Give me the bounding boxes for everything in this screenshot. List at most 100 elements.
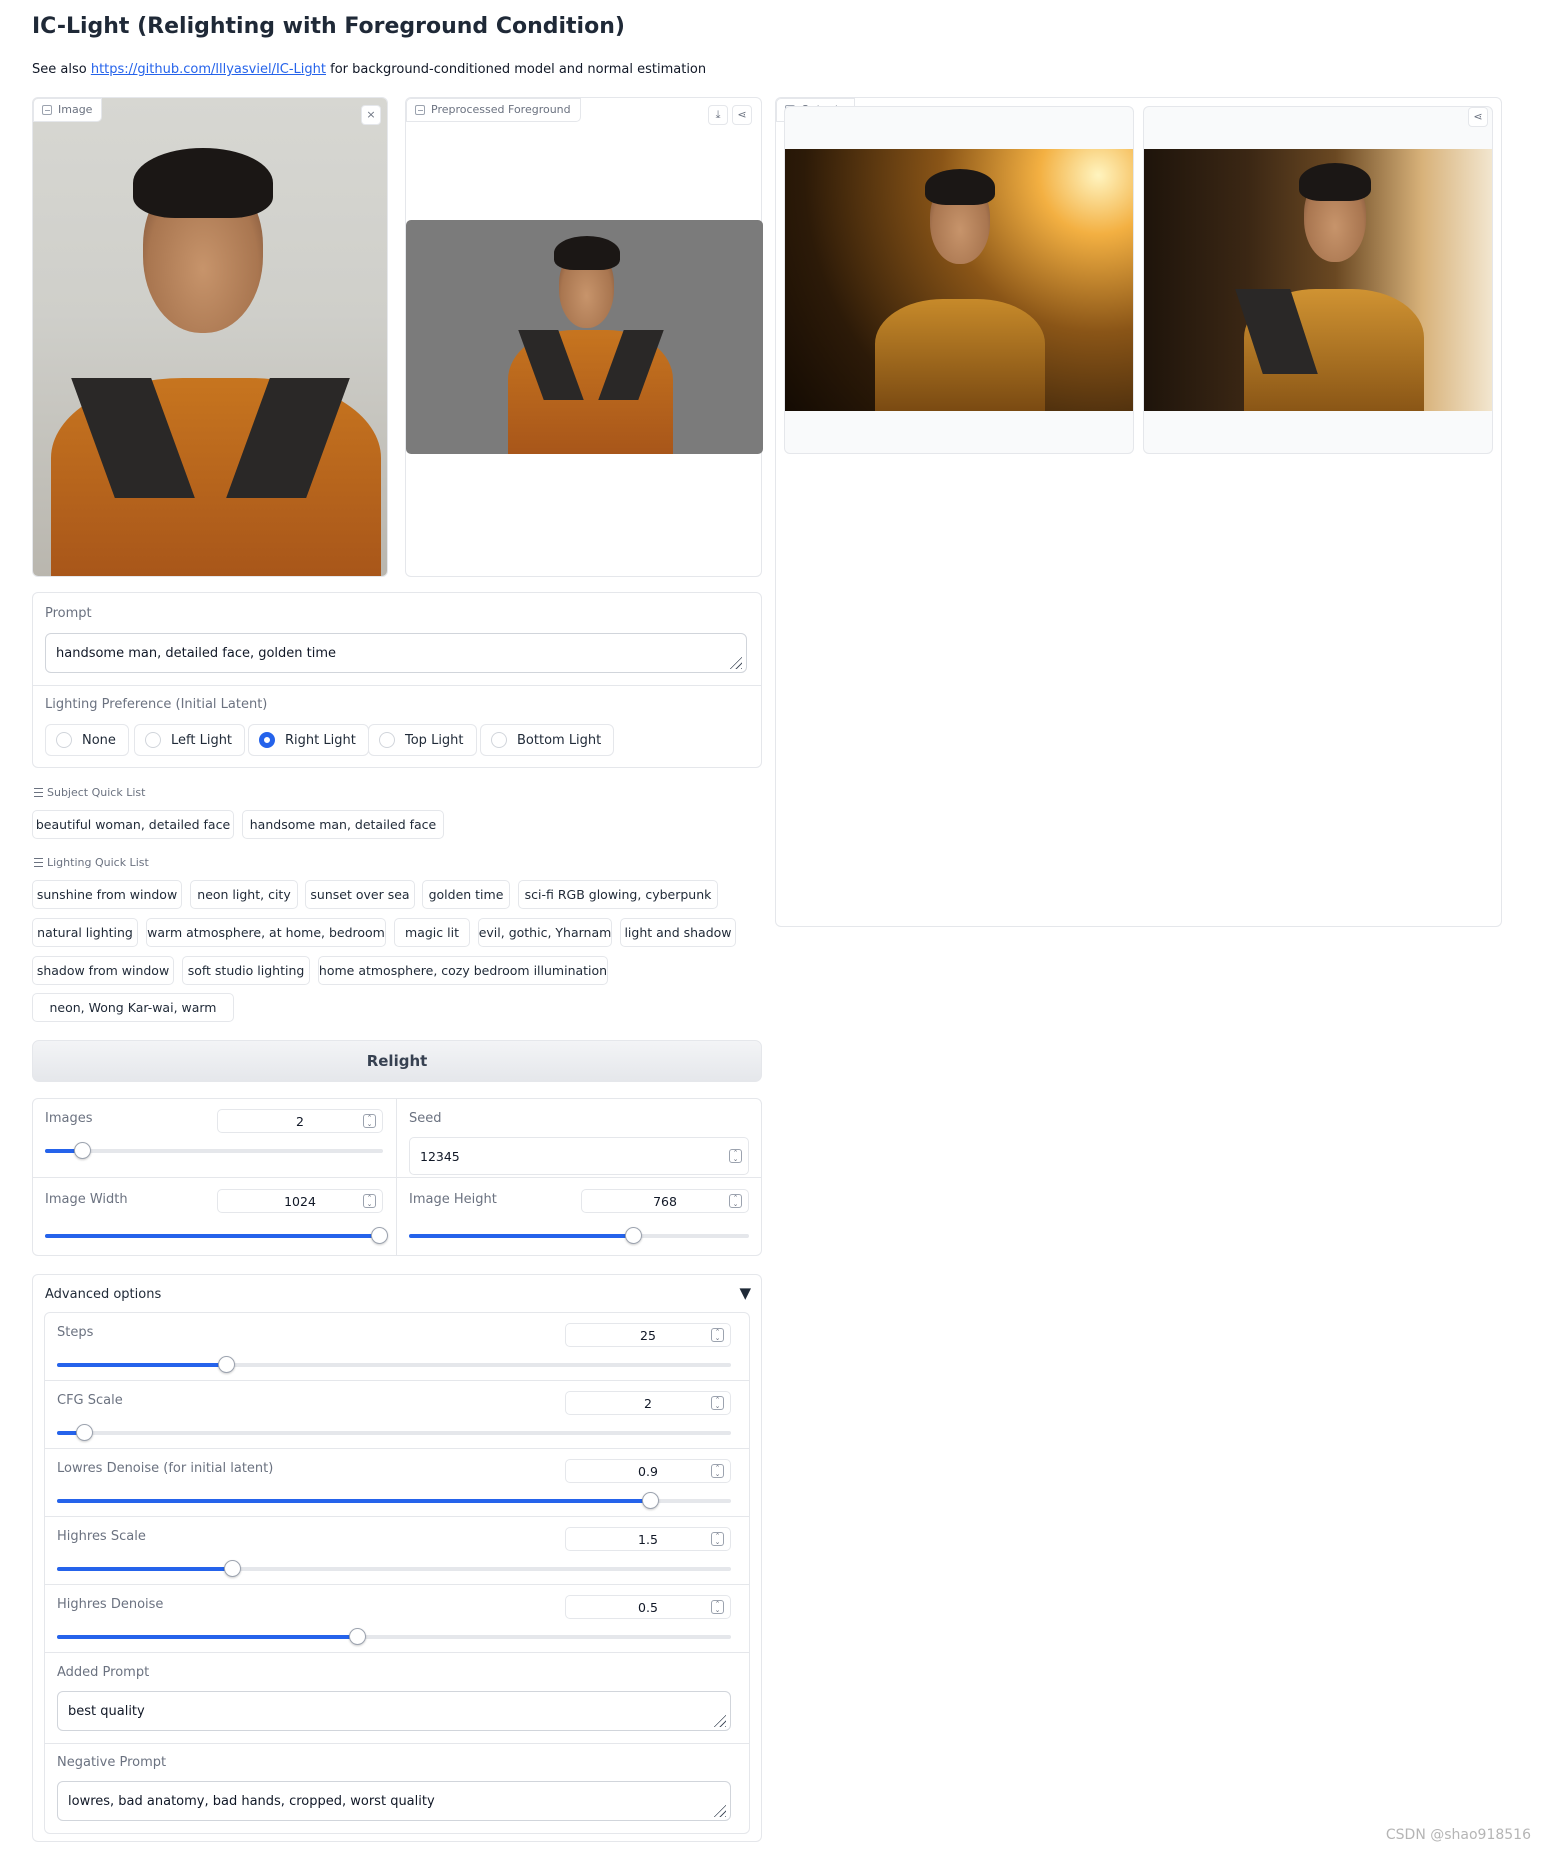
lighting-chip[interactable]: magic lit <box>394 918 470 947</box>
slider-thumb[interactable] <box>75 1424 93 1441</box>
spinner-icon[interactable]: ⌃ ⌄ <box>711 1600 724 1614</box>
github-link[interactable]: https://github.com/lllyasviel/IC-Light <box>91 62 326 77</box>
image-width-number-input[interactable]: 1024 ⌃ ⌄ <box>217 1189 383 1213</box>
lighting-chip[interactable]: light and shadow <box>620 918 736 947</box>
highres-denoise-number-input[interactable]: 0.5 ⌃ ⌄ <box>565 1595 731 1619</box>
spinner-icon[interactable]: ⌃ ⌄ <box>711 1396 724 1410</box>
see-also-text: See also https://github.com/lllyasviel/I… <box>32 62 706 77</box>
advanced-options-label: Advanced options <box>45 1287 162 1302</box>
highres-scale-slider[interactable] <box>57 1560 731 1577</box>
lighting-chip[interactable]: warm atmosphere, at home, bedroom <box>146 918 386 947</box>
images-slider[interactable] <box>45 1142 383 1159</box>
image-height-number-input[interactable]: 768 ⌃ ⌄ <box>581 1189 749 1213</box>
slider-thumb[interactable] <box>348 1628 366 1645</box>
lighting-chip[interactable]: sunshine from window <box>32 880 182 909</box>
added-prompt-label: Added Prompt <box>57 1665 150 1680</box>
lighting-chip[interactable]: home atmosphere, cozy bedroom illuminati… <box>318 956 608 985</box>
subject-chip[interactable]: beautiful woman, detailed face <box>32 810 234 839</box>
steps-number-input[interactable]: 25 ⌃ ⌄ <box>565 1323 731 1347</box>
seed-value: 12345 <box>420 1148 460 1164</box>
lighting-chip[interactable]: sci-fi RGB glowing, cyberpunk <box>518 880 718 909</box>
lighting-chip[interactable]: evil, gothic, Yharnam <box>478 918 612 947</box>
lighting-chip[interactable]: sunset over sea <box>305 880 415 909</box>
resize-handle-icon[interactable] <box>728 655 742 669</box>
image-label: Image <box>33 98 103 122</box>
radio-top-light[interactable]: Top Light <box>368 724 477 756</box>
highres-scale-label: Highres Scale <box>57 1529 146 1544</box>
seed-number-input[interactable]: 12345 ⌃ ⌄ <box>409 1137 749 1175</box>
slider-fill <box>57 1363 226 1367</box>
radio-bottom-light[interactable]: Bottom Light <box>480 724 615 756</box>
download-icon[interactable]: ⤓ <box>708 105 728 125</box>
cfg-scale-slider[interactable] <box>57 1424 731 1441</box>
radio-circle-icon <box>491 732 507 748</box>
advanced-options-header[interactable]: Advanced options ▼ <box>33 1275 761 1313</box>
slider-fill <box>57 1635 357 1639</box>
lighting-chip[interactable]: natural lighting <box>32 918 138 947</box>
slider-thumb[interactable] <box>371 1227 388 1244</box>
output-thumbnail-1[interactable] <box>784 106 1134 454</box>
radio-right-light[interactable]: Right Light <box>248 724 369 756</box>
relight-button[interactable]: Relight <box>32 1040 762 1082</box>
steps-slider[interactable] <box>57 1356 731 1373</box>
lighting-chip[interactable]: neon, Wong Kar-wai, warm <box>32 993 234 1022</box>
steps-label: Steps <box>57 1325 94 1340</box>
lighting-quick-list-label: Lighting Quick List <box>34 856 149 869</box>
slider-thumb[interactable] <box>74 1142 92 1159</box>
watermark: CSDN @shao918516 <box>1385 1827 1531 1843</box>
added-prompt-input[interactable]: best quality <box>57 1691 731 1731</box>
params-grid: Images 2 ⌃ ⌄ Seed 12345 ⌃ ⌄ Image Width 1024… <box>32 1098 762 1256</box>
input-image <box>33 98 387 576</box>
collapse-toggle-icon[interactable]: ▼ <box>739 1284 751 1302</box>
list-icon <box>34 788 43 797</box>
image-width-slider[interactable] <box>45 1227 388 1244</box>
radio-left-light[interactable]: Left Light <box>134 724 246 756</box>
slider-thumb[interactable] <box>642 1492 660 1509</box>
list-icon <box>34 858 43 867</box>
share-icon[interactable]: ⋖ <box>732 105 752 125</box>
spinner-icon[interactable]: ⌃ ⌄ <box>711 1328 724 1342</box>
spinner-icon[interactable]: ⌃ ⌄ <box>711 1532 724 1546</box>
image-input-panel[interactable]: Image × <box>32 97 388 577</box>
spinner-icon[interactable]: ⌃ ⌄ <box>729 1149 742 1163</box>
prompt-input[interactable]: handsome man, detailed face, golden time <box>45 633 747 673</box>
radio-label: Left Light <box>171 732 233 748</box>
preprocessed-image <box>406 220 763 454</box>
radio-none[interactable]: None <box>45 724 129 756</box>
slider-thumb[interactable] <box>625 1227 643 1244</box>
slider-thumb[interactable] <box>224 1560 242 1577</box>
share-icon[interactable]: ⋖ <box>1468 107 1488 127</box>
spinner-icon[interactable]: ⌃ ⌄ <box>363 1114 376 1128</box>
slider-fill <box>409 1234 634 1238</box>
output-thumbnail-2[interactable]: ⋖ <box>1143 106 1493 454</box>
highres-scale-number-input[interactable]: 1.5 ⌃ ⌄ <box>565 1527 731 1551</box>
subject-quick-list-text: Subject Quick List <box>47 786 146 799</box>
close-icon[interactable]: × <box>361 105 381 125</box>
resize-handle-icon[interactable] <box>712 1803 726 1817</box>
images-number-input[interactable]: 2 ⌃ ⌄ <box>217 1109 383 1133</box>
image-icon <box>42 105 52 115</box>
lowres-denoise-slider[interactable] <box>57 1492 731 1509</box>
image-height-slider[interactable] <box>409 1227 749 1244</box>
added-prompt-value: best quality <box>68 1703 145 1719</box>
slider-thumb[interactable] <box>217 1356 235 1373</box>
spinner-icon[interactable]: ⌃ ⌄ <box>363 1194 376 1208</box>
lighting-chip[interactable]: neon light, city <box>190 880 298 909</box>
lowres-denoise-label: Lowres Denoise (for initial latent) <box>57 1461 274 1476</box>
lighting-chip[interactable]: golden time <box>422 880 510 909</box>
cfg-scale-number-input[interactable]: 2 ⌃ ⌄ <box>565 1391 731 1415</box>
radio-label: Bottom Light <box>517 732 602 748</box>
highres-denoise-slider[interactable] <box>57 1628 731 1645</box>
lowres-denoise-number-input[interactable]: 0.9 ⌃ ⌄ <box>565 1459 731 1483</box>
lighting-chip[interactable]: soft studio lighting <box>182 956 310 985</box>
lighting-chip[interactable]: shadow from window <box>32 956 174 985</box>
subject-quick-list-label: Subject Quick List <box>34 786 145 799</box>
resize-handle-icon[interactable] <box>712 1713 726 1727</box>
preprocessed-label-text: Preprocessed Foreground <box>431 103 571 116</box>
slider-fill <box>45 1234 379 1238</box>
subject-chip[interactable]: handsome man, detailed face <box>242 810 444 839</box>
images-value: 2 <box>296 1113 304 1129</box>
negative-prompt-input[interactable]: lowres, bad anatomy, bad hands, cropped,… <box>57 1781 731 1821</box>
spinner-icon[interactable]: ⌃ ⌄ <box>729 1194 742 1208</box>
spinner-icon[interactable]: ⌃ ⌄ <box>711 1464 724 1478</box>
